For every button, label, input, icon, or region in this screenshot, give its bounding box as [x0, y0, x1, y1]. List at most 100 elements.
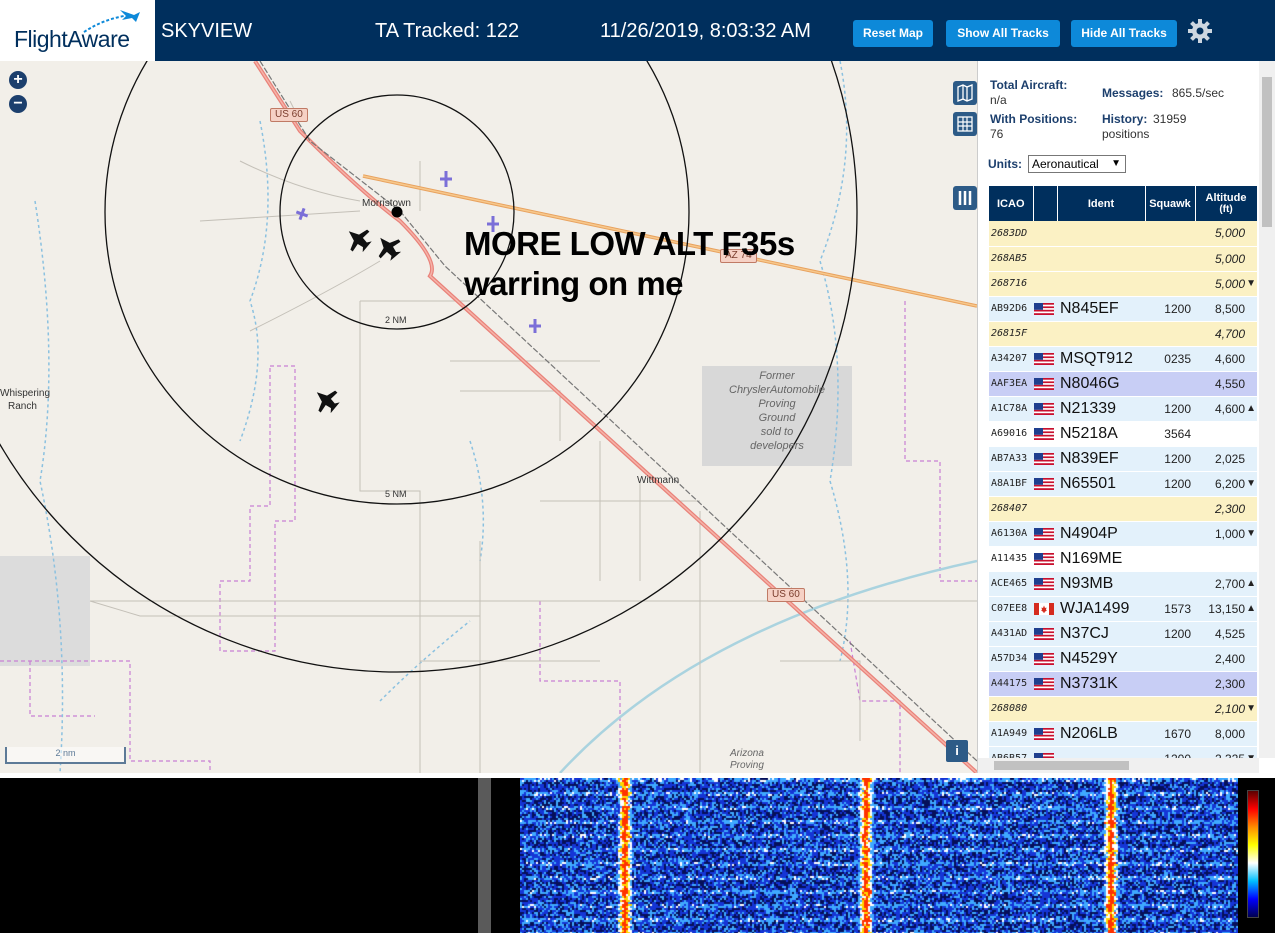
altitude-cell: 4,550 — [1195, 371, 1257, 397]
flag-cell — [1033, 496, 1057, 522]
table-row[interactable]: AB92D6 N845EF 1200 8,500 — [989, 296, 1257, 322]
columns-toggle-icon[interactable] — [953, 186, 977, 210]
table-row[interactable]: A57D34 N4529Y 2,400 — [989, 646, 1257, 672]
table-row[interactable]: AAF3EA N8046G 4,550 — [989, 371, 1257, 397]
squawk-cell — [1145, 571, 1195, 597]
us-flag-icon — [1033, 571, 1057, 597]
squawk-cell — [1145, 696, 1195, 722]
column-header-ident[interactable]: Ident — [1057, 186, 1146, 221]
zoom-in-button[interactable]: + — [9, 71, 27, 89]
ident-cell: N206LB — [1057, 721, 1145, 747]
panel-divider[interactable] — [478, 778, 491, 933]
icao-cell: AB92D6 — [989, 296, 1033, 322]
altitude-cell: 4,600 ▲ — [1195, 396, 1257, 422]
column-header-altitude[interactable]: Altitude (ft) — [1195, 186, 1258, 221]
altitude-cell — [1195, 421, 1257, 447]
show-all-tracks-button[interactable]: Show All Tracks — [946, 20, 1060, 47]
squawk-cell — [1145, 521, 1195, 547]
grid-icon[interactable] — [953, 112, 977, 136]
us-flag-icon — [1033, 621, 1057, 647]
waterfall-spectrogram — [520, 778, 1238, 933]
squawk-cell: 1200 — [1145, 446, 1195, 472]
altitude-cell: 2,400 — [1195, 646, 1257, 672]
ident-cell — [1057, 321, 1145, 347]
ident-cell: N839EF — [1057, 446, 1145, 472]
table-row[interactable]: ACE465 N93MB 2,700 ▲ — [989, 571, 1257, 597]
hide-all-tracks-button[interactable]: Hide All Tracks — [1071, 20, 1177, 47]
units-select[interactable]: Aeronautical ▼ — [1028, 155, 1126, 173]
current-datetime: 11/26/2019, 8:03:32 AM — [600, 20, 811, 42]
table-row[interactable]: 2683DD 5,000 — [989, 221, 1257, 247]
with-positions-label: With Positions: — [990, 112, 1078, 126]
icao-cell: A11435 — [989, 546, 1033, 572]
squawk-cell: 1200 — [1145, 621, 1195, 647]
zoom-out-button[interactable]: − — [9, 95, 27, 113]
table-row[interactable]: A1A949 N206LB 1670 8,000 — [989, 721, 1257, 747]
history-unit: positions — [1102, 127, 1150, 141]
altitude-cell: 2,300 — [1195, 671, 1257, 697]
table-row[interactable]: A431AD N37CJ 1200 4,525 — [989, 621, 1257, 647]
vertical-scrollbar[interactable] — [1259, 61, 1275, 758]
ident-cell: N93MB — [1057, 571, 1145, 597]
ident-cell — [1057, 696, 1145, 722]
us-flag-icon — [1033, 471, 1057, 497]
total-aircraft-label: Total Aircraft: — [990, 78, 1068, 92]
range-label-2nm: 2 NM — [385, 315, 407, 325]
table-row[interactable]: AB7A33 N839EF 1200 2,025 — [989, 446, 1257, 472]
gear-icon[interactable] — [1186, 17, 1214, 45]
table-row[interactable]: A1C78A N21339 1200 4,600 ▲ — [989, 396, 1257, 422]
ident-cell: N37CJ — [1057, 621, 1145, 647]
icao-cell: 268407 — [989, 496, 1033, 522]
ident-cell: N65501 — [1057, 471, 1145, 497]
table-row[interactable]: C07EE8 WJA1499 1573 13,150 ▲ — [989, 596, 1257, 622]
reset-map-button[interactable]: Reset Map — [853, 20, 933, 47]
squawk-cell — [1145, 246, 1195, 272]
squawk-cell — [1145, 221, 1195, 247]
flightaware-logo[interactable]: FlightAware — [0, 0, 155, 61]
squawk-cell — [1145, 321, 1195, 347]
with-positions-value: 76 — [990, 127, 1004, 141]
map-layers-icon[interactable] — [953, 81, 977, 105]
us-flag-icon — [1033, 646, 1057, 672]
altitude-cell: 4,525 — [1195, 621, 1257, 647]
map-view[interactable]: + − US 60 AZ 74 US 60 Morristown Wittman… — [0, 61, 977, 773]
skyview-app: FlightAware SKYVIEW TA Tracked: 122 11/2… — [0, 0, 1275, 933]
icao-cell: A6130A — [989, 521, 1033, 547]
annotation-line-1: MORE LOW ALT F35s — [464, 225, 795, 262]
table-row[interactable]: A8A1BF N65501 1200 6,200 ▼ — [989, 471, 1257, 497]
icao-cell: C07EE8 — [989, 596, 1033, 622]
ident-cell: N4904P — [1057, 521, 1145, 547]
ident-cell — [1057, 221, 1145, 247]
flag-cell — [1033, 246, 1057, 272]
icao-cell: 26815F — [989, 321, 1033, 347]
ident-cell: MSQT912 — [1057, 346, 1145, 372]
table-row[interactable]: A44175 N3731K 2,300 — [989, 671, 1257, 697]
table-row[interactable]: 268AB5 5,000 — [989, 246, 1257, 272]
icao-cell: A8A1BF — [989, 471, 1033, 497]
color-scale-bar — [1247, 790, 1259, 918]
table-row[interactable]: A11435 N169ME — [989, 546, 1257, 572]
horizontal-scrollbar[interactable] — [978, 758, 1259, 773]
table-row[interactable]: 268080 2,100 ▼ — [989, 696, 1257, 722]
squawk-cell: 1200 — [1145, 396, 1195, 422]
table-row[interactable]: A69016 N5218A 3564 — [989, 421, 1257, 447]
table-row[interactable]: 268407 2,300 — [989, 496, 1257, 522]
ident-cell: N3731K — [1057, 671, 1145, 697]
squawk-cell: 1573 — [1145, 596, 1195, 622]
info-button[interactable]: i — [946, 740, 968, 762]
ident-cell: N845EF — [1057, 296, 1145, 322]
table-row[interactable]: A6130A N4904P 1,000 ▼ — [989, 521, 1257, 547]
table-row[interactable]: A34207 MSQT912 0235 4,600 — [989, 346, 1257, 372]
table-row[interactable]: 26815F 4,700 — [989, 321, 1257, 347]
header-bar: FlightAware SKYVIEW TA Tracked: 122 11/2… — [0, 0, 1275, 61]
table-row[interactable]: 268716 5,000 ▼ — [989, 271, 1257, 297]
column-header-flag[interactable] — [1033, 186, 1058, 221]
place-arizona: Arizona — [730, 748, 764, 759]
former-chrysler-label: Former ChryslerAutomobile Proving Ground… — [729, 370, 825, 452]
column-header-squawk[interactable]: Squawk — [1145, 186, 1196, 221]
column-header-icao[interactable]: ICAO — [989, 186, 1034, 221]
us-flag-icon — [1033, 396, 1057, 422]
flag-cell — [1033, 221, 1057, 247]
chevron-down-icon: ▼ — [1111, 158, 1121, 169]
range-label-5nm: 5 NM — [385, 489, 407, 499]
